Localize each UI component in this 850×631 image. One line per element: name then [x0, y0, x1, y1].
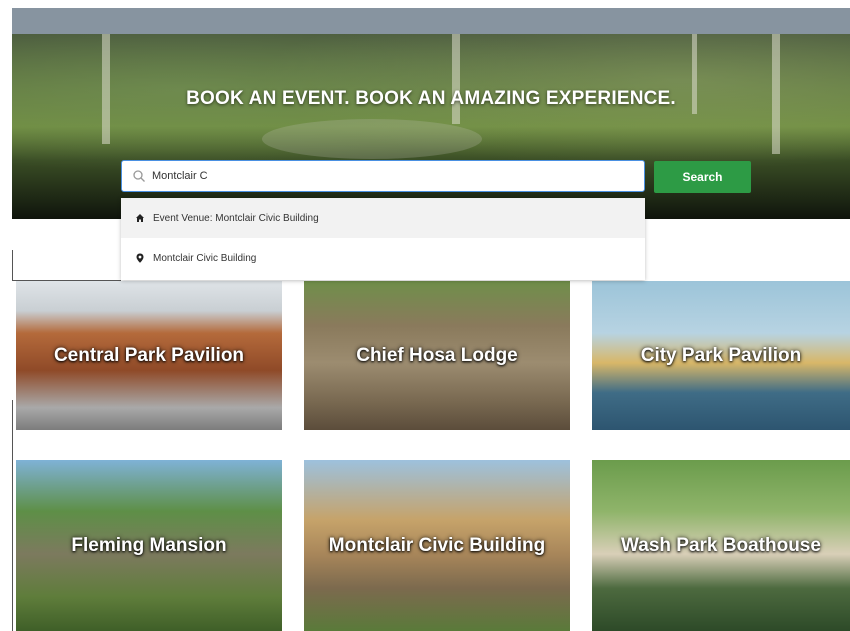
search-input[interactable]: [152, 170, 632, 182]
suggestion-label: Montclair Civic Building: [153, 252, 257, 264]
suggestion-item[interactable]: Montclair Civic Building: [121, 238, 645, 278]
venue-name: Chief Hosa Lodge: [356, 344, 518, 366]
suggestion-item[interactable]: Event Venue: Montclair Civic Building: [121, 198, 645, 238]
venue-card-central-park-pavilion[interactable]: Central Park Pavilion: [16, 281, 282, 430]
divider: [12, 400, 13, 631]
venue-name: Central Park Pavilion: [53, 344, 245, 366]
search-icon: [133, 170, 145, 182]
search-button[interactable]: Search: [654, 161, 751, 193]
venue-card-chief-hosa-lodge[interactable]: Chief Hosa Lodge: [304, 281, 570, 430]
venue-name: Montclair Civic Building: [328, 534, 546, 556]
top-bar: [12, 8, 850, 34]
venue-card-fleming-mansion[interactable]: Fleming Mansion: [16, 460, 282, 631]
home-icon: [136, 214, 144, 222]
hero-title: BOOK AN EVENT. BOOK AN AMAZING EXPERIENC…: [186, 88, 676, 109]
map-pin-icon: [136, 253, 144, 263]
search-suggestions: Event Venue: Montclair Civic Building Mo…: [121, 198, 645, 280]
venue-name: Fleming Mansion: [71, 534, 227, 556]
venue-card-city-park-pavilion[interactable]: City Park Pavilion: [592, 281, 850, 430]
search-box[interactable]: [121, 160, 645, 192]
venue-card-montclair-civic-building[interactable]: Montclair Civic Building: [304, 460, 570, 631]
divider: [12, 250, 13, 280]
venue-card-wash-park-boathouse[interactable]: Wash Park Boathouse: [592, 460, 850, 631]
venue-name: Wash Park Boathouse: [621, 534, 821, 556]
suggestion-label: Event Venue: Montclair Civic Building: [153, 212, 319, 224]
venue-name: City Park Pavilion: [640, 344, 802, 366]
